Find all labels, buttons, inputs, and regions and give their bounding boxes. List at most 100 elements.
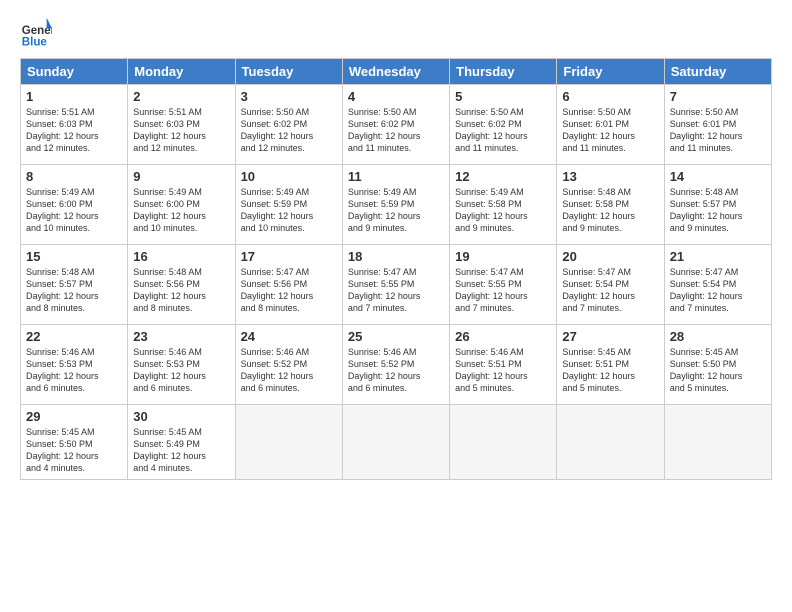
calendar-cell: 10 Sunrise: 5:49 AM Sunset: 5:59 PM Dayli… (235, 165, 342, 245)
day-info: Sunrise: 5:47 AM Sunset: 5:55 PM Dayligh… (455, 266, 551, 315)
day-info: Sunrise: 5:51 AM Sunset: 6:03 PM Dayligh… (26, 106, 122, 155)
calendar-cell: 3 Sunrise: 5:50 AM Sunset: 6:02 PM Daylig… (235, 85, 342, 165)
day-info: Sunrise: 5:45 AM Sunset: 5:50 PM Dayligh… (26, 426, 122, 475)
day-number: 9 (133, 169, 229, 184)
calendar-cell: 14Sunrise: 5:48 AM Sunset: 5:57 PM Dayli… (664, 165, 771, 245)
calendar-week-1: 1 Sunrise: 5:51 AM Sunset: 6:03 PM Daylig… (21, 85, 772, 165)
day-number: 5 (455, 89, 551, 104)
day-info: Sunrise: 5:48 AM Sunset: 5:57 PM Dayligh… (670, 186, 766, 235)
day-number: 17 (241, 249, 337, 264)
calendar-cell: 15 Sunrise: 5:48 AM Sunset: 5:57 PM Dayli… (21, 245, 128, 325)
day-info: Sunrise: 5:50 AM Sunset: 6:02 PM Dayligh… (241, 106, 337, 155)
day-info: Sunrise: 5:47 AM Sunset: 5:55 PM Dayligh… (348, 266, 444, 315)
calendar-cell (450, 405, 557, 480)
calendar-cell: 7 Sunrise: 5:50 AM Sunset: 6:01 PM Daylig… (664, 85, 771, 165)
weekday-header-row: SundayMondayTuesdayWednesdayThursdayFrid… (21, 59, 772, 85)
day-info: Sunrise: 5:46 AM Sunset: 5:53 PM Dayligh… (133, 346, 229, 395)
day-number: 10 (241, 169, 337, 184)
calendar-week-3: 15 Sunrise: 5:48 AM Sunset: 5:57 PM Dayli… (21, 245, 772, 325)
calendar-cell: 20 Sunrise: 5:47 AM Sunset: 5:54 PM Dayli… (557, 245, 664, 325)
day-info: Sunrise: 5:48 AM Sunset: 5:58 PM Dayligh… (562, 186, 658, 235)
weekday-sunday: Sunday (21, 59, 128, 85)
day-info: Sunrise: 5:49 AM Sunset: 5:59 PM Dayligh… (241, 186, 337, 235)
day-number: 20 (562, 249, 658, 264)
day-info: Sunrise: 5:46 AM Sunset: 5:52 PM Dayligh… (348, 346, 444, 395)
calendar-cell: 30 Sunrise: 5:45 AM Sunset: 5:49 PM Dayli… (128, 405, 235, 480)
day-info: Sunrise: 5:49 AM Sunset: 6:00 PM Dayligh… (133, 186, 229, 235)
day-info: Sunrise: 5:48 AM Sunset: 5:57 PM Dayligh… (26, 266, 122, 315)
day-number: 27 (562, 329, 658, 344)
calendar-cell: 9 Sunrise: 5:49 AM Sunset: 6:00 PM Daylig… (128, 165, 235, 245)
day-info: Sunrise: 5:46 AM Sunset: 5:51 PM Dayligh… (455, 346, 551, 395)
calendar-cell: 11Sunrise: 5:49 AM Sunset: 5:59 PM Dayli… (342, 165, 449, 245)
calendar-cell: 8 Sunrise: 5:49 AM Sunset: 6:00 PM Daylig… (21, 165, 128, 245)
day-info: Sunrise: 5:51 AM Sunset: 6:03 PM Dayligh… (133, 106, 229, 155)
day-number: 28 (670, 329, 766, 344)
day-number: 25 (348, 329, 444, 344)
calendar-week-2: 8 Sunrise: 5:49 AM Sunset: 6:00 PM Daylig… (21, 165, 772, 245)
calendar-cell: 24 Sunrise: 5:46 AM Sunset: 5:52 PM Dayli… (235, 325, 342, 405)
calendar-cell (342, 405, 449, 480)
calendar-cell: 21 Sunrise: 5:47 AM Sunset: 5:54 PM Dayli… (664, 245, 771, 325)
calendar-cell: 26 Sunrise: 5:46 AM Sunset: 5:51 PM Dayli… (450, 325, 557, 405)
calendar-week-5: 29 Sunrise: 5:45 AM Sunset: 5:50 PM Dayli… (21, 405, 772, 480)
day-info: Sunrise: 5:50 AM Sunset: 6:01 PM Dayligh… (670, 106, 766, 155)
day-number: 30 (133, 409, 229, 424)
calendar-cell: 12Sunrise: 5:49 AM Sunset: 5:58 PM Dayli… (450, 165, 557, 245)
weekday-thursday: Thursday (450, 59, 557, 85)
calendar-cell (557, 405, 664, 480)
svg-text:Blue: Blue (22, 36, 48, 48)
day-number: 4 (348, 89, 444, 104)
day-number: 19 (455, 249, 551, 264)
calendar-table: SundayMondayTuesdayWednesdayThursdayFrid… (20, 58, 772, 480)
day-number: 6 (562, 89, 658, 104)
calendar-cell: 4 Sunrise: 5:50 AM Sunset: 6:02 PM Daylig… (342, 85, 449, 165)
day-info: Sunrise: 5:46 AM Sunset: 5:52 PM Dayligh… (241, 346, 337, 395)
calendar-cell: 6 Sunrise: 5:50 AM Sunset: 6:01 PM Daylig… (557, 85, 664, 165)
weekday-friday: Friday (557, 59, 664, 85)
day-number: 2 (133, 89, 229, 104)
day-number: 15 (26, 249, 122, 264)
calendar-cell: 27Sunrise: 5:45 AM Sunset: 5:51 PM Dayli… (557, 325, 664, 405)
day-number: 3 (241, 89, 337, 104)
weekday-tuesday: Tuesday (235, 59, 342, 85)
day-info: Sunrise: 5:45 AM Sunset: 5:49 PM Dayligh… (133, 426, 229, 475)
calendar-cell: 25 Sunrise: 5:46 AM Sunset: 5:52 PM Dayli… (342, 325, 449, 405)
calendar-cell: 22Sunrise: 5:46 AM Sunset: 5:53 PM Dayli… (21, 325, 128, 405)
calendar-cell: 17 Sunrise: 5:47 AM Sunset: 5:56 PM Dayli… (235, 245, 342, 325)
day-number: 22 (26, 329, 122, 344)
day-info: Sunrise: 5:48 AM Sunset: 5:56 PM Dayligh… (133, 266, 229, 315)
logo-icon: General Blue (20, 16, 52, 48)
calendar-cell: 16 Sunrise: 5:48 AM Sunset: 5:56 PM Dayli… (128, 245, 235, 325)
day-number: 26 (455, 329, 551, 344)
calendar-cell: 29 Sunrise: 5:45 AM Sunset: 5:50 PM Dayli… (21, 405, 128, 480)
calendar-cell: 28 Sunrise: 5:45 AM Sunset: 5:50 PM Dayli… (664, 325, 771, 405)
day-number: 23 (133, 329, 229, 344)
calendar-cell: 19 Sunrise: 5:47 AM Sunset: 5:55 PM Dayli… (450, 245, 557, 325)
page-header: General Blue (20, 16, 772, 48)
calendar-cell (235, 405, 342, 480)
day-info: Sunrise: 5:47 AM Sunset: 5:56 PM Dayligh… (241, 266, 337, 315)
weekday-wednesday: Wednesday (342, 59, 449, 85)
weekday-monday: Monday (128, 59, 235, 85)
day-info: Sunrise: 5:49 AM Sunset: 6:00 PM Dayligh… (26, 186, 122, 235)
day-info: Sunrise: 5:50 AM Sunset: 6:02 PM Dayligh… (348, 106, 444, 155)
day-number: 29 (26, 409, 122, 424)
calendar-body: 1 Sunrise: 5:51 AM Sunset: 6:03 PM Daylig… (21, 85, 772, 480)
calendar-cell: 23 Sunrise: 5:46 AM Sunset: 5:53 PM Dayli… (128, 325, 235, 405)
day-number: 7 (670, 89, 766, 104)
calendar-cell: 1 Sunrise: 5:51 AM Sunset: 6:03 PM Daylig… (21, 85, 128, 165)
calendar-cell (664, 405, 771, 480)
day-number: 21 (670, 249, 766, 264)
day-info: Sunrise: 5:45 AM Sunset: 5:50 PM Dayligh… (670, 346, 766, 395)
day-number: 1 (26, 89, 122, 104)
day-info: Sunrise: 5:47 AM Sunset: 5:54 PM Dayligh… (562, 266, 658, 315)
day-info: Sunrise: 5:50 AM Sunset: 6:02 PM Dayligh… (455, 106, 551, 155)
day-info: Sunrise: 5:47 AM Sunset: 5:54 PM Dayligh… (670, 266, 766, 315)
day-number: 16 (133, 249, 229, 264)
day-number: 12 (455, 169, 551, 184)
day-number: 24 (241, 329, 337, 344)
day-info: Sunrise: 5:50 AM Sunset: 6:01 PM Dayligh… (562, 106, 658, 155)
calendar-cell: 18Sunrise: 5:47 AM Sunset: 5:55 PM Dayli… (342, 245, 449, 325)
day-number: 8 (26, 169, 122, 184)
